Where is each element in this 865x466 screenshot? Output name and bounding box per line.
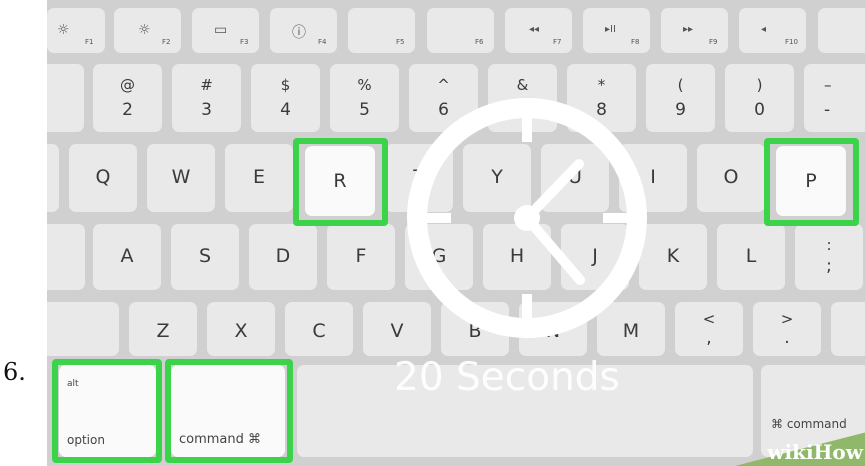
step-number: 6. (3, 358, 26, 386)
timer-caption: 20 Seconds (394, 355, 620, 400)
watermark: wikiHow (767, 440, 863, 464)
keyboard-image: ☼ F1 ☼ F2 ▭ F3 ⓘ F4 F5 F6 ◂◂ F7 ▸II F8 ▸… (47, 0, 865, 466)
